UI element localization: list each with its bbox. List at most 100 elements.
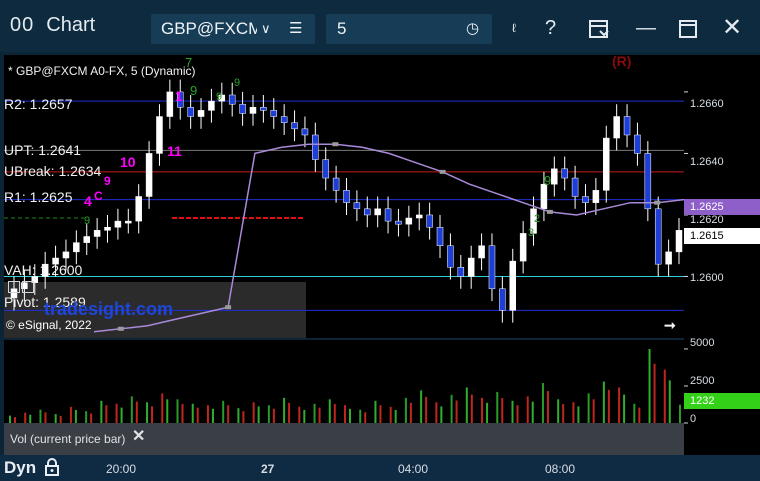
volume-study-label: Vol (current price bar) (10, 432, 126, 446)
candle-body (208, 100, 215, 111)
volume-bar (546, 391, 549, 423)
magenta-count: C (94, 189, 103, 203)
candle-body (395, 220, 402, 225)
volume-bar (344, 405, 346, 423)
volume-bar (288, 402, 291, 423)
volume-bar (587, 393, 590, 423)
volume-bar (455, 400, 458, 423)
volume-bar (191, 403, 194, 423)
volume-bar (638, 407, 641, 423)
candle-body (114, 220, 122, 228)
chevron-down-icon[interactable]: ∨ (261, 14, 271, 44)
vwap-marker (332, 142, 339, 147)
volume-study-bar: Vol (current price bar) ✕ (4, 423, 684, 455)
candle-body (93, 230, 101, 237)
time-tick-label: 08:00 (545, 462, 576, 476)
volume-bar (130, 396, 133, 423)
page-layout-icon[interactable] (588, 13, 610, 43)
volume-tick-label: 0 (690, 413, 697, 425)
volume-bar (69, 406, 72, 423)
candle-body (83, 236, 90, 243)
volume-bar (211, 408, 214, 423)
list-menu-icon[interactable]: ☰ (289, 14, 302, 44)
volume-bar (516, 405, 519, 423)
level-label-r2: R2: 1.2657 (4, 96, 73, 112)
maximize-icon[interactable] (678, 13, 698, 43)
candle-body (561, 168, 568, 179)
volume-bar (465, 387, 468, 423)
lock-icon[interactable] (44, 458, 60, 476)
level-label-vah: VAH: 1.2600 (4, 262, 83, 278)
candle-body (519, 233, 527, 262)
volume-plot (9, 348, 681, 423)
volume-bar (572, 402, 575, 423)
green-count: 9 (190, 83, 198, 98)
volume-bar (653, 363, 656, 423)
level-label-r1: R1: 1.2625 (4, 189, 73, 205)
volume-bar (364, 412, 367, 423)
volume-pane[interactable] (4, 340, 684, 423)
candle-body (125, 220, 132, 224)
window-title: 00 Chart (10, 14, 95, 37)
vwap-marker (654, 200, 661, 205)
magenta-count: 10 (120, 154, 136, 170)
level-label-ubreak: UBreak: 1.2634 (4, 163, 102, 179)
app-glyph: 00 (10, 14, 35, 36)
candle-body (654, 208, 662, 265)
candle-body (353, 202, 361, 210)
price-tick-label: 1.2620 (690, 214, 724, 226)
scroll-to-end-icon[interactable]: ➞ (664, 317, 676, 334)
close-study-icon[interactable]: ✕ (132, 426, 145, 446)
volume-bar (389, 406, 392, 423)
price-tick-label: 1.2660 (690, 98, 724, 110)
candle-body (415, 214, 423, 219)
volume-bar (24, 412, 27, 423)
candle-body (239, 103, 246, 114)
volume-bar (252, 402, 255, 423)
candle-body (249, 107, 257, 114)
candle-body (187, 107, 194, 117)
volume-bar (85, 411, 88, 423)
volume-bar (267, 405, 270, 423)
volume-bar (318, 407, 321, 423)
candle-body (644, 153, 652, 210)
volume-bar (272, 408, 275, 423)
close-icon[interactable]: ✕ (722, 13, 742, 43)
volume-bar (9, 415, 11, 423)
volume-tag: 1232 (684, 393, 760, 409)
volume-bar (166, 399, 169, 423)
volume-bar (668, 380, 671, 423)
volume-bar (394, 409, 397, 423)
chart-header: * GBP@FXCM A0-FX, 5 (Dynamic) (8, 64, 196, 78)
marker-box (8, 281, 20, 293)
interval-selector[interactable]: 5 ◷ (326, 14, 492, 44)
candle-body (364, 208, 371, 216)
draw-tool-icon[interactable]: ℓ (512, 13, 516, 43)
green-count: 3 (528, 227, 535, 239)
symbol-selector[interactable]: GBP@FXCM ∨ ☰ (151, 14, 315, 44)
minimize-icon[interactable]: — (636, 13, 656, 43)
window-title-text: Chart (46, 14, 96, 36)
candle-body (488, 245, 496, 290)
volume-bar (557, 399, 560, 423)
candle-body (62, 251, 70, 259)
time-tick-label: 20:00 (106, 462, 137, 476)
volume-bar (404, 397, 407, 423)
clock-icon[interactable]: ◷ (466, 14, 479, 44)
volume-bar (618, 387, 621, 423)
volume-bar (496, 391, 499, 423)
volume-bar (176, 399, 179, 423)
level-label-upt: UPT: 1.2641 (4, 142, 82, 158)
volume-bar (227, 405, 230, 423)
volume-bar (206, 405, 209, 423)
candle-body (457, 267, 465, 277)
green-count: 9 (544, 173, 552, 188)
help-icon[interactable]: ? (545, 13, 556, 43)
candle-body (551, 168, 558, 185)
volume-bar (425, 396, 428, 423)
dynamic-mode-label[interactable]: Dyn (4, 458, 36, 478)
interval-input[interactable]: 5 (337, 14, 346, 44)
volume-bar (501, 398, 504, 423)
price-pane[interactable]: * GBP@FXCM A0-FX, 5 (Dynamic) R2: 1.2657… (4, 55, 684, 338)
symbol-input[interactable]: GBP@FXCM (161, 14, 257, 44)
